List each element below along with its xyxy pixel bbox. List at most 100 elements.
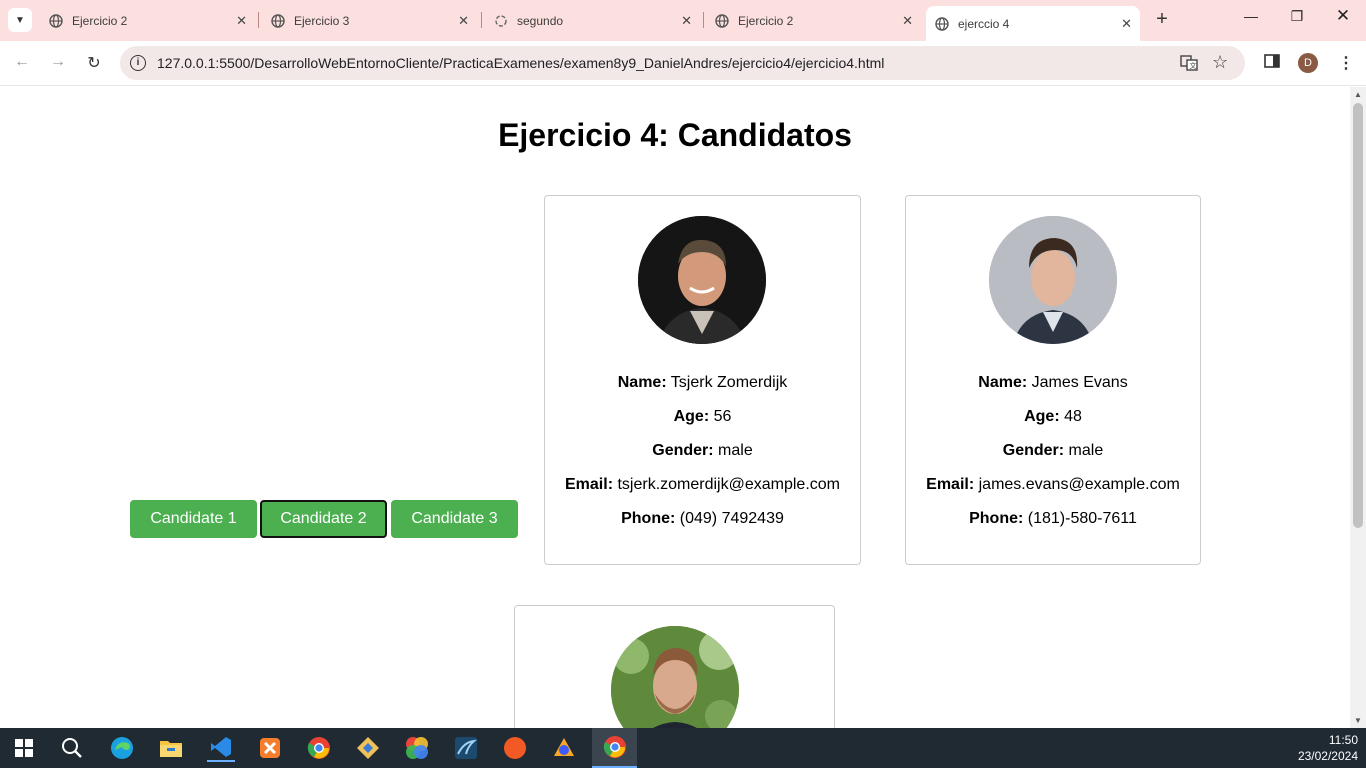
close-tab-icon[interactable]: ✕ <box>236 13 247 29</box>
candidate-1-button[interactable]: Candidate 1 <box>130 500 257 538</box>
git-kraken-icon[interactable] <box>354 734 382 762</box>
url-text[interactable]: 127.0.0.1:5500/DesarrolloWebEntornoClien… <box>157 55 884 71</box>
scrollbar-thumb[interactable] <box>1353 103 1363 528</box>
tab-ejercicio-2-a[interactable]: Ejercicio 2 ✕ <box>40 6 255 35</box>
page-scrollbar[interactable]: ▲ ▼ <box>1350 87 1366 728</box>
vscode-icon[interactable] <box>207 734 235 762</box>
page-title: Ejercicio 4: Candidatos <box>498 117 852 153</box>
clock-time: 11:50 <box>1328 733 1358 747</box>
candidate-email: Email: james.evans@example.com <box>906 476 1200 494</box>
close-tab-icon[interactable]: ✕ <box>681 13 692 29</box>
side-panel-icon[interactable] <box>1264 53 1280 74</box>
file-explorer-icon[interactable] <box>157 734 185 762</box>
system-clock[interactable]: 11:50 23/02/2024 <box>1298 732 1358 764</box>
tab-title: Ejercicio 3 <box>294 13 350 28</box>
email-value: james.evans@example.com <box>978 476 1180 493</box>
gender-label: Gender: <box>1002 442 1065 459</box>
clock-date: 23/02/2024 <box>1297 749 1358 763</box>
translate-icon[interactable]: 文 <box>1180 54 1198 75</box>
compass-app-icon[interactable] <box>501 734 529 762</box>
back-icon[interactable]: ← <box>10 53 34 71</box>
candidate-email: Email: tsjerk.zomerdijk@example.com <box>545 476 860 494</box>
profile-avatar[interactable]: D <box>1298 53 1318 73</box>
close-window-icon[interactable]: ✕ <box>1328 6 1358 26</box>
phone-value: (181)-580-7611 <box>1027 510 1137 527</box>
age-label: Age: <box>673 408 710 425</box>
svg-text:文: 文 <box>1190 61 1197 70</box>
candidate-2-button[interactable]: Candidate 2 <box>260 500 387 538</box>
edge-browser-icon[interactable] <box>108 734 136 762</box>
candidate-name: Name: James Evans <box>906 374 1200 392</box>
name-label: Name: <box>617 374 667 391</box>
restore-icon[interactable]: ❐ <box>1282 8 1312 25</box>
windows-taskbar: 11:50 23/02/2024 <box>0 728 1366 768</box>
browser-toolbar: ← → ↻ i 127.0.0.1:5500/DesarrolloWebEnto… <box>0 41 1366 86</box>
tab-title: ejerccio 4 <box>958 16 1010 31</box>
phone-label: Phone: <box>621 510 676 527</box>
tab-separator <box>481 12 482 28</box>
gender-value: male <box>1068 442 1104 459</box>
loading-icon <box>493 13 509 29</box>
menu-kebab-icon[interactable]: ⋮ <box>1338 53 1354 73</box>
search-icon[interactable] <box>58 734 86 762</box>
gender-label: Gender: <box>652 442 714 459</box>
age-label: Age: <box>1024 408 1060 425</box>
reload-icon[interactable]: ↻ <box>82 53 106 73</box>
name-value: James Evans <box>1031 374 1128 391</box>
chrome-icon[interactable] <box>305 734 333 762</box>
chrome-active-icon[interactable] <box>592 728 637 768</box>
gender-value: male <box>718 442 753 459</box>
candidate-age: Age: 48 <box>906 408 1200 426</box>
scroll-up-icon[interactable]: ▲ <box>1354 90 1362 99</box>
tab-ejercicio-3[interactable]: Ejercicio 3 ✕ <box>262 6 477 35</box>
site-info-icon[interactable]: i <box>130 55 146 71</box>
candidate-gender: Gender: male <box>906 442 1200 460</box>
tab-title: Ejercicio 2 <box>738 13 794 28</box>
chevron-down-icon: ▼ <box>15 14 25 26</box>
close-tab-icon[interactable]: ✕ <box>1121 16 1132 32</box>
candidate-name: Name: Tsjerk Zomerdijk <box>545 374 860 392</box>
tab-ejercicio-2-b[interactable]: Ejercicio 2 ✕ <box>706 6 921 35</box>
address-bar[interactable]: i 127.0.0.1:5500/DesarrolloWebEntornoCli… <box>120 46 1245 80</box>
candidate-card: Name: Tsjerk Zomerdijk Age: 56 Gender: m… <box>544 195 861 565</box>
age-value: 56 <box>713 408 732 425</box>
candidate-3-button[interactable]: Candidate 3 <box>391 500 518 538</box>
color-wheel-app-icon[interactable] <box>403 734 431 762</box>
forward-icon[interactable]: → <box>46 53 70 71</box>
phone-value: (049) 7492439 <box>679 510 784 527</box>
globe-icon <box>48 13 64 29</box>
globe-icon <box>934 16 950 32</box>
phone-label: Phone: <box>969 510 1024 527</box>
mysql-workbench-icon[interactable] <box>452 734 480 762</box>
candidate-gender: Gender: male <box>545 442 860 460</box>
email-label: Email: <box>926 476 975 493</box>
minimize-icon[interactable]: — <box>1236 8 1266 24</box>
email-label: Email: <box>565 476 614 493</box>
tab-strip: ▼ Ejercicio 2 ✕ Ejercicio 3 ✕ segundo ✕ … <box>0 0 1366 41</box>
scroll-down-icon[interactable]: ▼ <box>1354 716 1362 725</box>
tab-ejerccio-4-active[interactable]: ejerccio 4 ✕ <box>926 6 1140 41</box>
candidate-card: Name: James Evans Age: 48 Gender: male E… <box>905 195 1201 565</box>
candidate-card <box>514 605 835 728</box>
candidate-phone: Phone: (049) 7492439 <box>545 510 860 528</box>
windows-start-icon[interactable] <box>10 734 38 762</box>
xampp-icon[interactable] <box>256 734 284 762</box>
tab-segundo[interactable]: segundo ✕ <box>485 6 700 35</box>
bookmark-star-icon[interactable]: ☆ <box>1212 52 1228 73</box>
postman-like-app-icon[interactable] <box>550 734 578 762</box>
new-tab-icon[interactable]: + <box>1150 8 1174 31</box>
globe-icon <box>270 13 286 29</box>
close-tab-icon[interactable]: ✕ <box>458 13 469 29</box>
candidate-age: Age: 56 <box>545 408 860 426</box>
tab-separator <box>258 12 259 28</box>
globe-icon <box>714 13 730 29</box>
tab-search-dropdown[interactable]: ▼ <box>8 8 32 32</box>
age-value: 48 <box>1064 408 1082 425</box>
candidate-phone: Phone: (181)-580-7611 <box>906 510 1200 528</box>
name-value: Tsjerk Zomerdijk <box>670 374 788 391</box>
tab-separator <box>703 12 704 28</box>
tab-title: segundo <box>517 13 564 28</box>
candidate-photo <box>989 216 1117 344</box>
close-tab-icon[interactable]: ✕ <box>902 13 913 29</box>
page-viewport: Ejercicio 4: Candidatos Candidate 1 Cand… <box>0 87 1350 728</box>
